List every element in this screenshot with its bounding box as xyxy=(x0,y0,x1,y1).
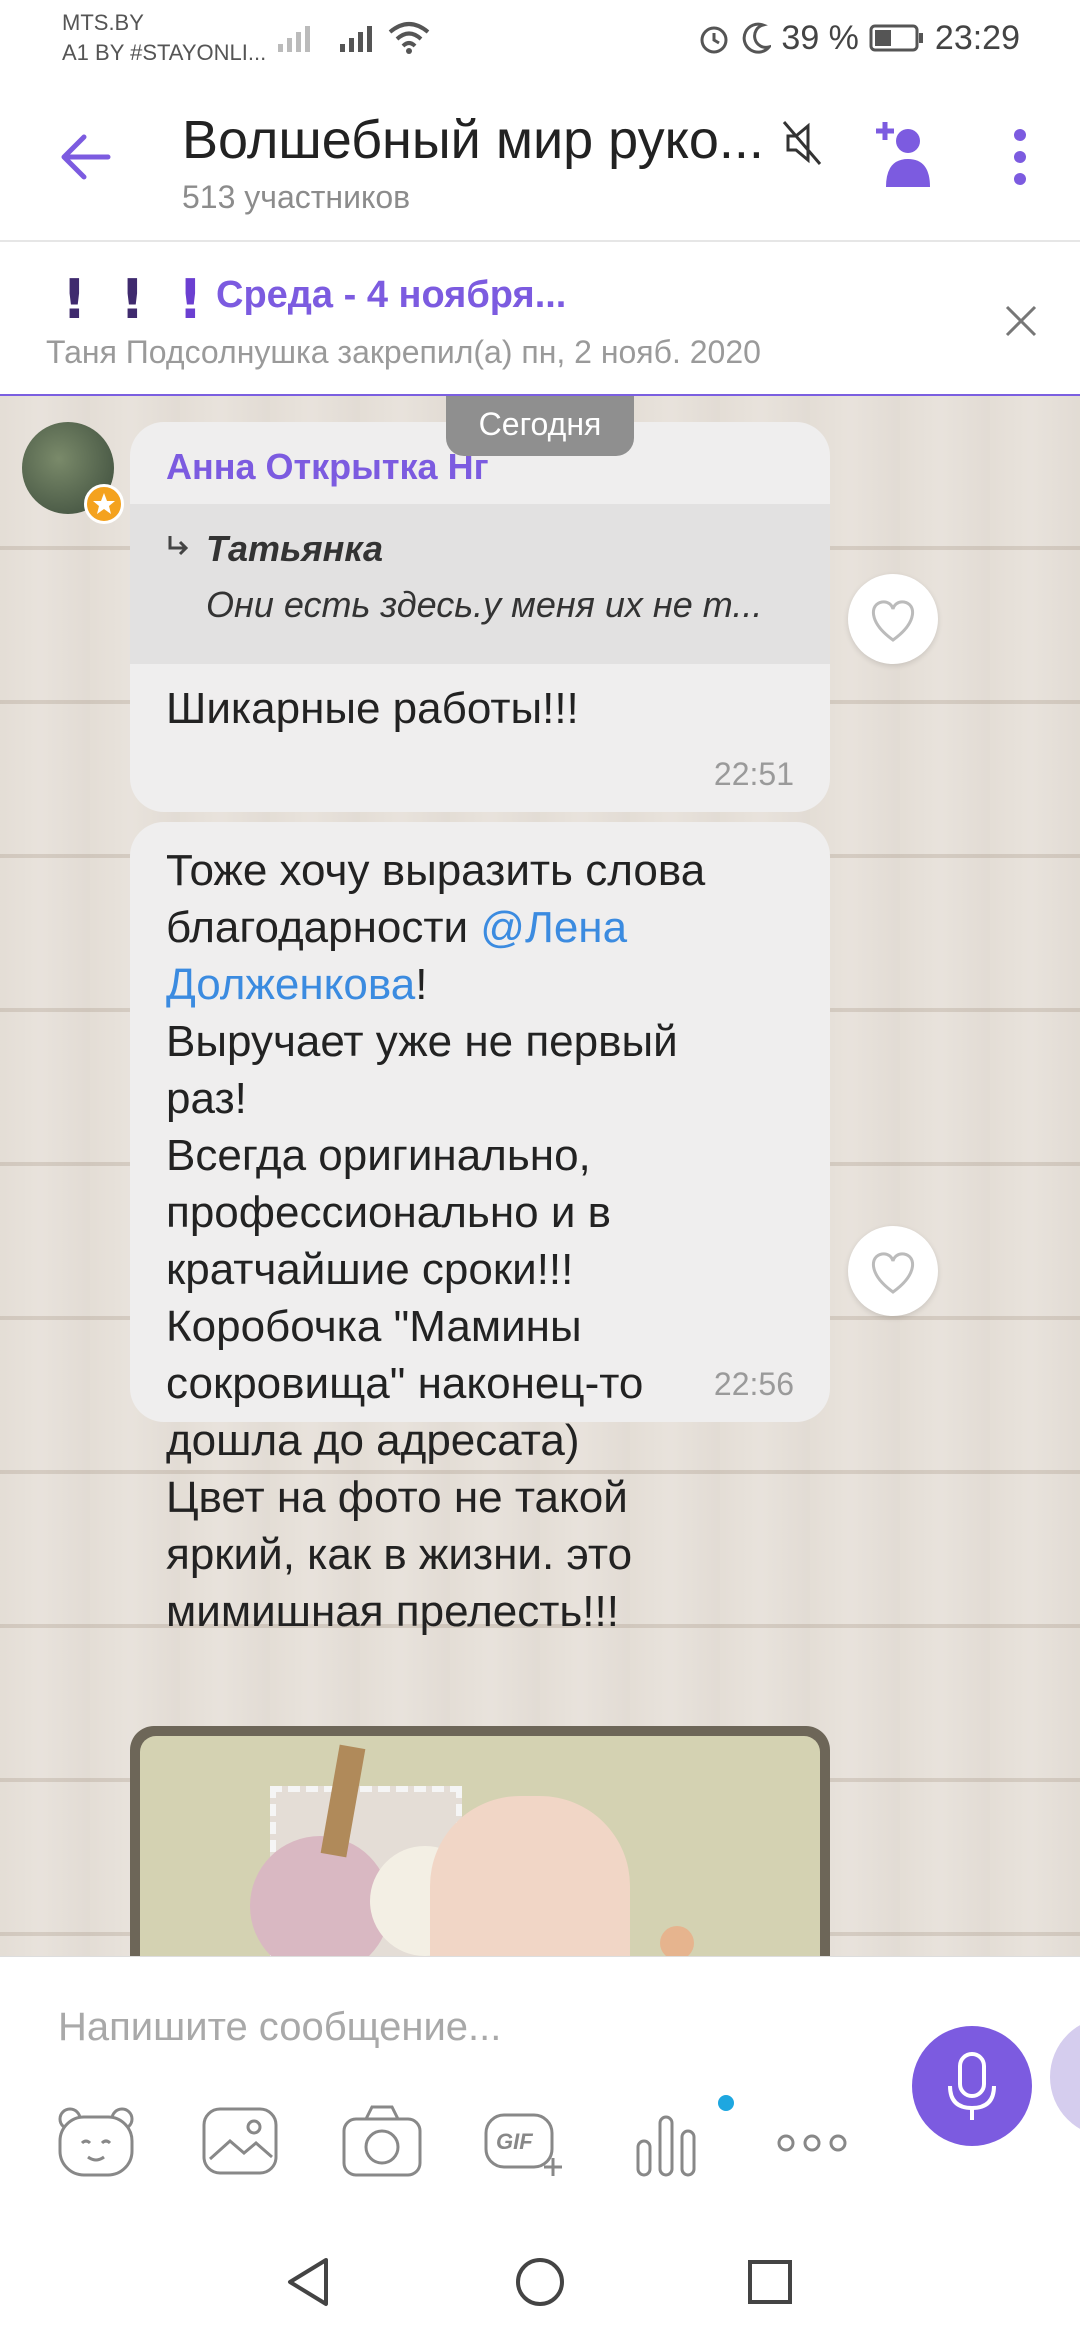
chat-header: Волшебный мир руко... 513 участников xyxy=(0,75,1080,242)
poll-icon[interactable] xyxy=(624,2101,708,2181)
photo-figure xyxy=(430,1796,630,1956)
status-right: 39 % 23:29 xyxy=(697,14,1080,62)
message-body: Тоже хочу выразить слова благодарности @… xyxy=(166,842,806,1640)
sticker-icon[interactable] xyxy=(54,2101,138,2181)
exclamation-icon: ! xyxy=(62,268,87,331)
mention-link[interactable]: Долженкова xyxy=(166,960,415,1009)
message-line: Всегда оригинально, xyxy=(166,1131,591,1180)
back-arrow-icon[interactable] xyxy=(56,131,112,183)
message-line: кратчайшие сроки!!! xyxy=(166,1245,574,1294)
system-nav-bar xyxy=(0,2216,1080,2340)
camera-icon[interactable] xyxy=(340,2101,424,2181)
message-time: 22:56 xyxy=(713,1366,794,1402)
message-line: профессионально и в xyxy=(166,1188,612,1237)
photo-bead xyxy=(660,1926,694,1956)
composer: Напишите сообщение... GIF xyxy=(0,1956,1080,2217)
wifi-icon xyxy=(388,22,430,54)
message-line: яркий, как в жизни. это xyxy=(166,1530,633,1579)
message-line: мимишная прелесть!!! xyxy=(166,1587,619,1636)
star-icon xyxy=(93,493,115,514)
side-button-edge xyxy=(1050,2017,1080,2137)
signal-icon xyxy=(278,26,372,52)
photo-image xyxy=(140,1736,820,1956)
voice-record-button[interactable] xyxy=(912,2026,1032,2146)
message-line: Цвет на фото не такой xyxy=(166,1473,628,1522)
quote-text: Они есть здесь.у меня их не т... xyxy=(206,584,763,625)
carrier-1: MTS.BY xyxy=(62,10,144,35)
nav-home-icon[interactable] xyxy=(514,2256,566,2308)
gif-icon[interactable]: GIF xyxy=(482,2101,566,2181)
new-feature-dot xyxy=(718,2095,734,2111)
message-input[interactable]: Напишите сообщение... xyxy=(58,2005,501,2050)
add-member-icon[interactable] xyxy=(872,117,932,189)
clock: 23:29 xyxy=(934,18,1020,57)
message-line: Долженкова! xyxy=(166,956,806,1013)
message-line: дошла до адресата) xyxy=(166,1416,580,1465)
carrier-2: A1 BY #STAYONLI... xyxy=(62,40,267,65)
nav-recents-icon[interactable] xyxy=(746,2258,794,2306)
mute-icon[interactable] xyxy=(780,118,824,168)
like-button[interactable] xyxy=(848,1226,938,1316)
message-line: раз! xyxy=(166,1074,247,1123)
quote-author: Татьянка xyxy=(206,528,384,569)
like-button[interactable] xyxy=(848,574,938,664)
message-bubble[interactable]: Тоже хочу выразить слова благодарности @… xyxy=(130,822,830,1636)
battery-icon xyxy=(869,24,923,52)
avatar[interactable] xyxy=(22,422,124,524)
battery-percent: 39 % xyxy=(781,18,859,57)
pinned-message-banner[interactable]: ! ! ! Среда - 4 ноября... Таня Подсолнуш… xyxy=(0,242,1080,396)
date-separator: Сегодня xyxy=(446,396,634,456)
exclamation-icon: ! xyxy=(120,268,145,331)
message-bubble[interactable]: Анна Открытка Нг Татьянка Они есть здесь… xyxy=(130,422,830,812)
gallery-icon[interactable] xyxy=(198,2101,282,2181)
message-line: благодарности @Лена xyxy=(166,899,806,956)
message-line: Тоже хочу выразить слова xyxy=(166,846,706,895)
more-horiz-icon[interactable] xyxy=(770,2101,854,2181)
sender-name[interactable]: Анна Открытка Нг xyxy=(166,446,489,488)
close-icon[interactable] xyxy=(1004,304,1038,338)
moon-icon xyxy=(743,22,772,54)
member-count[interactable]: 513 участников xyxy=(182,179,410,216)
nav-back-icon[interactable] xyxy=(284,2256,332,2308)
pinned-title[interactable]: Среда - 4 ноября... xyxy=(216,274,566,317)
heart-icon xyxy=(872,600,914,642)
svg-text:GIF: GIF xyxy=(496,2129,533,2154)
heart-icon xyxy=(872,1252,914,1294)
exclamation-icon: ! xyxy=(178,268,203,331)
chat-title[interactable]: Волшебный мир руко... xyxy=(182,109,764,171)
reply-arrow-icon xyxy=(168,536,189,556)
quoted-message[interactable]: Татьянка Они есть здесь.у меня их не т..… xyxy=(130,504,830,664)
message-line: Коробочка "Мамины xyxy=(166,1302,582,1351)
star-badge-icon xyxy=(84,484,124,524)
more-vert-icon[interactable] xyxy=(1008,127,1032,187)
status-bar: MTS.BY A1 BY #STAYONLI... 39 % 23:29 xyxy=(0,0,1080,75)
chat-area[interactable]: Анна Открытка Нг Татьянка Они есть здесь… xyxy=(0,396,1080,1956)
message-line: Выручает уже не первый xyxy=(166,1017,678,1066)
text-part: благодарности xyxy=(166,903,481,952)
pinned-subtitle: Таня Подсолнушка закрепил(а) пн, 2 нояб.… xyxy=(46,334,761,370)
mention-link[interactable]: @Лена xyxy=(480,903,627,952)
alarm-icon xyxy=(700,26,728,54)
photo-message[interactable] xyxy=(130,1726,830,1956)
message-time: 22:51 xyxy=(713,756,794,792)
message-line: сокровища" наконец-то xyxy=(166,1359,644,1408)
text-part: ! xyxy=(415,960,428,1009)
message-text: Шикарные работы!!! xyxy=(166,684,579,733)
mic-icon xyxy=(948,2052,996,2120)
